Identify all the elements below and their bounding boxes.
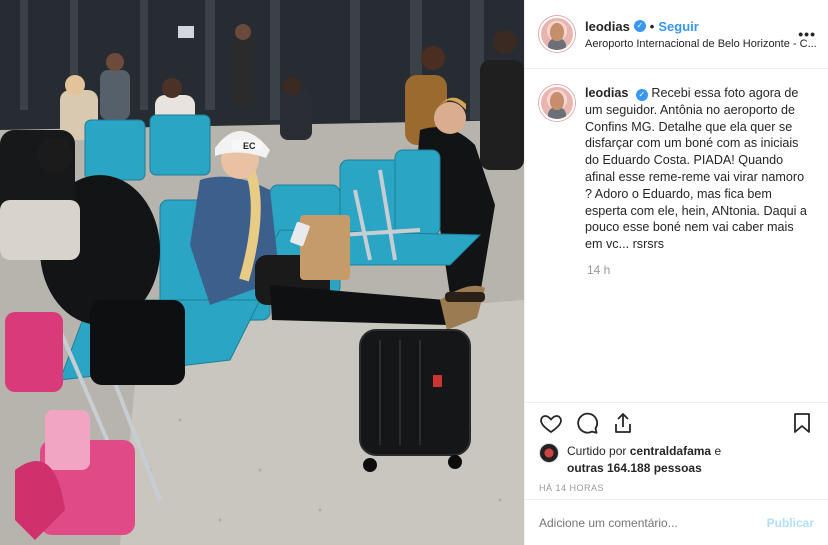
caption-body: leodias ✓ Recebi essa foto agora de um s… bbox=[585, 85, 811, 253]
airport-photo-illustration bbox=[0, 0, 524, 545]
likes-prefix: Curtido por bbox=[567, 444, 627, 458]
post-header: leodias ✓ • Seguir Aeroporto Internacion… bbox=[525, 0, 828, 69]
add-comment-bar: Publicar bbox=[525, 499, 828, 545]
caption-author-avatar[interactable] bbox=[539, 85, 575, 121]
like-icon[interactable] bbox=[539, 411, 563, 435]
publish-button[interactable]: Publicar bbox=[767, 516, 814, 530]
author-avatar[interactable] bbox=[539, 16, 575, 52]
post-side-panel: leodias ✓ • Seguir Aeroporto Internacion… bbox=[524, 0, 828, 545]
comment-input[interactable] bbox=[539, 515, 767, 530]
comment-icon[interactable] bbox=[575, 411, 599, 435]
verified-badge-icon: ✓ bbox=[633, 20, 646, 32]
location-link[interactable]: Aeroporto Internacional de Belo Horizont… bbox=[585, 38, 817, 50]
likes-joiner: e bbox=[714, 444, 722, 458]
follow-button[interactable]: Seguir bbox=[658, 19, 698, 34]
author-line: leodias ✓ • Seguir bbox=[585, 19, 817, 34]
liker-username[interactable]: centraldafama bbox=[630, 444, 711, 458]
post-photo[interactable]: EC bbox=[0, 0, 524, 545]
caption-comment: leodias ✓ Recebi essa foto agora de um s… bbox=[539, 85, 814, 253]
likes-summary: Curtido por centraldafama e outras 164.1… bbox=[525, 443, 828, 477]
separator-dot: • bbox=[649, 18, 655, 34]
caption-verified-badge-icon: ✓ bbox=[635, 89, 648, 101]
caption-text: Recebi essa foto agora de um seguidor. A… bbox=[585, 86, 807, 252]
save-icon[interactable] bbox=[790, 411, 814, 435]
caption-username[interactable]: leodias bbox=[585, 86, 628, 100]
share-icon[interactable] bbox=[611, 411, 635, 435]
author-username[interactable]: leodias bbox=[585, 19, 630, 34]
instagram-post-view: EC leodias ✓ • Seguir Aeroporto Internac… bbox=[0, 0, 828, 545]
posted-time[interactable]: HÁ 14 HORAS bbox=[525, 483, 828, 493]
caption-time[interactable]: 14 h bbox=[587, 263, 814, 277]
author-info: leodias ✓ • Seguir Aeroporto Internacion… bbox=[585, 19, 817, 50]
actions-block: Curtido por centraldafama e outras 164.1… bbox=[525, 402, 828, 493]
likes-count-link[interactable]: outras 164.188 pessoas bbox=[567, 461, 702, 475]
more-options-icon[interactable]: ••• bbox=[798, 26, 816, 42]
cap-lettering: EC bbox=[243, 141, 256, 151]
action-bar bbox=[525, 403, 828, 443]
likes-text: Curtido por centraldafama e outras 164.1… bbox=[567, 443, 721, 477]
liker-avatar[interactable] bbox=[539, 443, 559, 463]
